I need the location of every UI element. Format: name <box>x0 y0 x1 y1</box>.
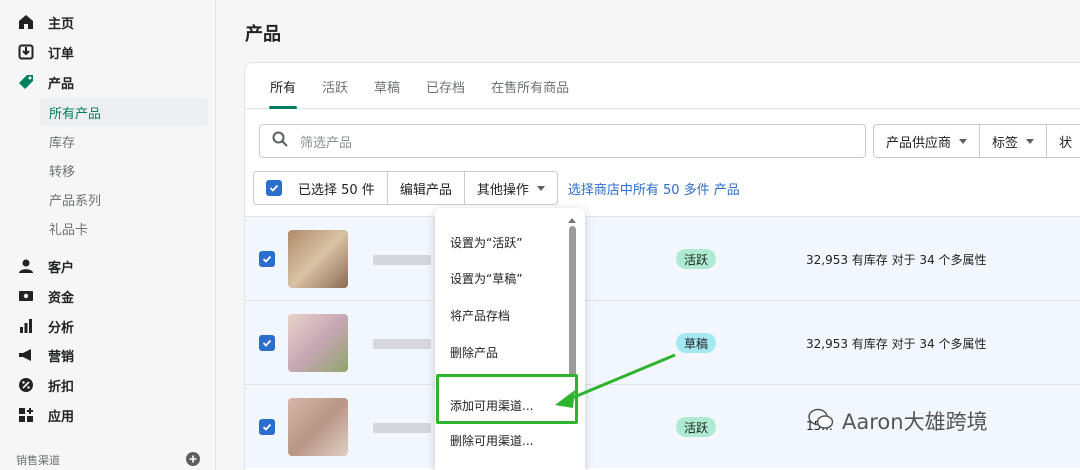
more-actions-menu: 设置为“活跃” 设置为“草稿” 将产品存档 删除产品 添加可用渠道... 删除可… <box>435 208 585 470</box>
sidebar-item-marketing[interactable]: 营销 <box>0 341 216 369</box>
sidebar-item-apps[interactable]: 应用 <box>0 401 216 429</box>
apps-icon <box>16 405 36 425</box>
tab-active[interactable]: 活跃 <box>309 63 361 109</box>
annotation-arrow-icon <box>555 353 676 408</box>
select-all-link[interactable]: 选择商店中所有 50 多件 产品 <box>568 179 740 198</box>
watermark-text: Aaron大雄跨境 <box>842 410 988 434</box>
sidebar-item-home[interactable]: 主页 <box>0 8 216 36</box>
sidebar-item-customers[interactable]: 客户 <box>0 252 216 280</box>
sidebar-item-label: 产品 <box>48 76 75 92</box>
edit-products-button[interactable]: 编辑产品 <box>388 172 465 204</box>
search-input[interactable]: 筛选产品 <box>259 124 866 158</box>
menu-item-set-active[interactable]: 设置为“活跃” <box>450 234 522 251</box>
tags-filter-label: 标签 <box>992 135 1019 151</box>
product-name-blurred <box>373 255 431 265</box>
sidebar-subitem-transfers[interactable]: 转移 <box>40 156 208 184</box>
search-placeholder: 筛选产品 <box>300 135 353 151</box>
row-checkbox[interactable] <box>259 419 275 435</box>
watermark: Aaron大雄跨境 <box>808 406 988 436</box>
product-thumbnail <box>288 314 348 372</box>
orders-icon <box>16 42 36 62</box>
menu-item-delete[interactable]: 删除产品 <box>450 344 498 361</box>
sidebar-item-label: 折扣 <box>48 379 75 395</box>
sidebar-subitem-collections[interactable]: 产品系列 <box>40 185 208 213</box>
menu-item-set-draft[interactable]: 设置为“草稿” <box>450 270 522 287</box>
status-badge: 草稿 <box>676 333 717 353</box>
more-actions-label: 其他操作 <box>476 182 529 198</box>
sidebar-item-analytics[interactable]: 分析 <box>0 312 216 340</box>
add-channel-icon[interactable] <box>186 452 200 469</box>
sidebar-subitem-all-products[interactable]: 所有产品 <box>40 98 208 126</box>
page-title: 产品 <box>245 24 281 45</box>
selected-count[interactable]: 已选择 50 件 <box>254 172 388 204</box>
tab-draft[interactable]: 草稿 <box>361 63 413 109</box>
status-filter-button[interactable]: 状 <box>1047 124 1080 158</box>
menu-item-remove-channel[interactable]: 删除可用渠道... <box>450 432 533 449</box>
tab-all[interactable]: 所有 <box>257 63 309 109</box>
product-thumbnail <box>288 398 348 456</box>
product-name-blurred <box>373 423 431 433</box>
status-filter-label: 状 <box>1059 135 1073 151</box>
sidebar-item-label: 营销 <box>48 349 75 365</box>
bulk-actions-group: 已选择 50 件 编辑产品 其他操作 <box>253 171 558 205</box>
sidebar-item-orders[interactable]: 订单 <box>0 38 216 66</box>
sidebar: 主页 订单 产品 所有产品 库存 转移 产品系列 礼品卡 客户 资金 分析 营销… <box>0 0 216 470</box>
search-row: 筛选产品 <box>259 124 866 158</box>
sidebar-subitem-inventory[interactable]: 库存 <box>40 127 208 155</box>
sidebar-item-label: 客户 <box>48 260 75 276</box>
vendor-filter-button[interactable]: 产品供应商 <box>873 124 981 158</box>
sidebar-item-discounts[interactable]: 折扣 <box>0 371 216 399</box>
tab-bar: 所有 活跃 草稿 已存档 在售所有商品 <box>245 63 1080 109</box>
bulk-actions-bar: 已选择 50 件 编辑产品 其他操作 选择商店中所有 50 多件 产品 <box>253 171 740 205</box>
vendor-filter-label: 产品供应商 <box>886 135 952 151</box>
search-icon <box>272 131 290 151</box>
tag-icon <box>16 72 36 92</box>
chevron-down-icon <box>1026 138 1035 144</box>
sidebar-item-label: 主页 <box>48 16 75 32</box>
sidebar-item-label: 订单 <box>48 46 75 62</box>
marketing-icon <box>16 345 36 365</box>
sidebar-item-products[interactable]: 产品 <box>0 68 216 96</box>
sidebar-item-label: 应用 <box>48 409 75 425</box>
tags-filter-button[interactable]: 标签 <box>980 124 1048 158</box>
sidebar-item-label: 资金 <box>48 290 75 306</box>
table-row[interactable]: 活跃 32,953 有库存 对于 34 个多属性 <box>245 216 1080 300</box>
product-name-blurred <box>373 339 431 349</box>
scroll-up-icon[interactable] <box>568 218 576 223</box>
sales-channels-header: 销售渠道 <box>16 452 200 469</box>
tab-on-sale[interactable]: 在售所有商品 <box>478 63 582 109</box>
row-checkbox[interactable] <box>259 251 275 267</box>
product-thumbnail <box>288 230 348 288</box>
analytics-icon <box>16 316 36 336</box>
sidebar-subitem-gift-cards[interactable]: 礼品卡 <box>40 214 208 242</box>
selected-count-label: 已选择 50 件 <box>298 182 375 198</box>
finance-icon <box>16 286 36 306</box>
tab-archived[interactable]: 已存档 <box>413 63 478 109</box>
more-actions-button[interactable]: 其他操作 <box>465 172 557 204</box>
sidebar-item-label: 分析 <box>48 320 75 336</box>
status-badge: 活跃 <box>676 249 717 269</box>
wechat-icon <box>808 408 834 435</box>
status-badge: 活跃 <box>676 417 717 437</box>
chevron-down-icon <box>536 185 545 191</box>
discount-icon <box>16 375 36 395</box>
filter-group: 产品供应商 标签 状 <box>873 124 1080 158</box>
customer-icon <box>16 256 36 276</box>
inventory-text: 32,953 有库存 对于 34 个多属性 <box>806 337 987 351</box>
sidebar-item-finance[interactable]: 资金 <box>0 282 216 310</box>
sales-channels-label: 销售渠道 <box>16 454 60 467</box>
menu-item-archive[interactable]: 将产品存档 <box>450 307 510 324</box>
home-icon <box>16 12 36 32</box>
chevron-down-icon <box>959 138 968 144</box>
inventory-text: 32,953 有库存 对于 34 个多属性 <box>806 253 987 267</box>
select-all-checkbox[interactable] <box>266 180 282 196</box>
row-checkbox[interactable] <box>259 335 275 351</box>
